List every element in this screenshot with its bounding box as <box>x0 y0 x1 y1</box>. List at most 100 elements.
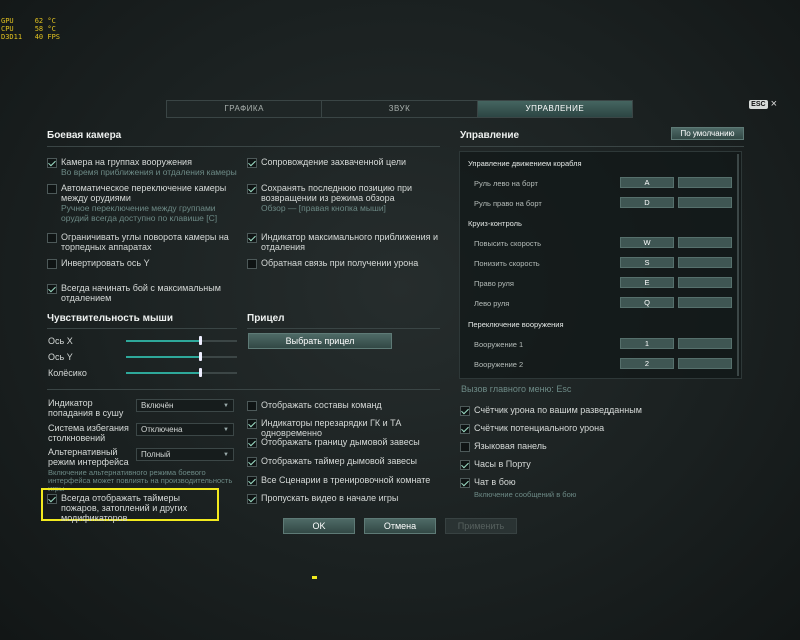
key-primary[interactable]: D <box>620 197 674 208</box>
tab-sound[interactable]: ЗВУК <box>322 101 478 117</box>
section-title-sight: Прицел <box>247 313 285 324</box>
checkbox-box[interactable] <box>47 158 57 168</box>
dropdown-alt-mode[interactable]: Полный ▼ <box>136 448 234 461</box>
checkbox-box[interactable] <box>460 442 470 452</box>
checkbox-box[interactable] <box>247 158 257 168</box>
checkbox-box[interactable] <box>247 494 257 504</box>
choose-sight-button[interactable]: Выбрать прицел <box>248 333 392 349</box>
checkbox-box[interactable] <box>47 233 57 243</box>
action-right-full: Руль право на борт <box>474 199 542 208</box>
checkbox-training-scenarios[interactable]: Все Сценарии в тренировочной комнате <box>247 475 447 486</box>
tab-graphics[interactable]: ГРАФИКА <box>167 101 323 117</box>
checkbox-battle-chat[interactable]: Чат в бою <box>460 477 740 488</box>
checkbox-box[interactable] <box>247 233 257 243</box>
key-primary[interactable]: 2 <box>620 358 674 369</box>
checkbox-box[interactable] <box>247 259 257 269</box>
slider-handle-x[interactable] <box>199 336 202 345</box>
key-secondary[interactable] <box>678 358 732 369</box>
checkbox-box[interactable] <box>460 424 470 434</box>
checkbox-team-rosters[interactable]: Отображать составы команд <box>247 400 447 411</box>
slider-label-y: Ось Y <box>48 352 73 362</box>
checkbox-box[interactable] <box>47 259 57 269</box>
checkbox-scout-damage[interactable]: Счётчик урона по вашим разведданным <box>460 405 740 416</box>
section-title-controls: Управление <box>460 130 520 141</box>
checkbox-label: Языковая панель <box>474 441 547 451</box>
checkbox-save-position[interactable]: Сохранять последнюю позицию при возвраще… <box>247 183 442 213</box>
checkbox-label: Счётчик потенциального урона <box>474 423 605 433</box>
scrollbar[interactable] <box>737 154 739 376</box>
checkbox-box[interactable] <box>460 478 470 488</box>
divider <box>47 389 440 390</box>
slider-track[interactable] <box>200 340 237 342</box>
checkbox-modifier-timers[interactable]: Всегда отображать таймеры пожаров, затоп… <box>47 493 215 523</box>
checkbox-label: Ограничивать углы поворота камеры на тор… <box>61 232 229 252</box>
key-primary[interactable]: 1 <box>620 338 674 349</box>
reset-defaults-button[interactable]: По умолчанию <box>671 127 744 140</box>
checkbox-box[interactable] <box>247 184 257 194</box>
checkbox-box[interactable] <box>460 460 470 470</box>
slider-fill <box>126 372 200 374</box>
dropdown-land-hit[interactable]: Включён ▼ <box>136 399 234 412</box>
checkbox-zoom-indicator[interactable]: Индикатор максимального приближения и от… <box>247 232 442 252</box>
close-icon[interactable]: × <box>771 98 777 110</box>
checkbox-box[interactable] <box>47 494 57 504</box>
dropdown-collision[interactable]: Отключена ▼ <box>136 423 234 436</box>
checkbox-box[interactable] <box>247 457 257 467</box>
checkbox-box[interactable] <box>247 438 257 448</box>
slider-track[interactable] <box>200 356 237 358</box>
checkbox-auto-camera[interactable]: Автоматическое переключение камеры между… <box>47 183 242 223</box>
chevron-down-icon: ▼ <box>223 402 229 409</box>
checkbox-box[interactable] <box>47 284 57 294</box>
ok-button[interactable]: OK <box>283 518 355 534</box>
checkbox-box[interactable] <box>247 419 257 429</box>
action-rudder-right: Право руля <box>474 279 514 288</box>
key-secondary[interactable] <box>678 297 732 308</box>
key-secondary[interactable] <box>678 177 732 188</box>
checkbox-label: Обратная связь при получении урона <box>261 258 419 268</box>
group-cruise-control: Круиз-контроль <box>468 219 522 228</box>
checkbox-box[interactable] <box>247 401 257 411</box>
chevron-down-icon: ▼ <box>223 426 229 433</box>
apply-button[interactable]: Применить <box>445 518 517 534</box>
checkbox-reload-indicators[interactable]: Индикаторы перезарядки ГК и ТА одновреме… <box>247 418 447 438</box>
checkbox-port-clock[interactable]: Часы в Порту <box>460 459 740 470</box>
key-secondary[interactable] <box>678 277 732 288</box>
tab-controls[interactable]: УПРАВЛЕНИЕ <box>477 101 632 117</box>
checkbox-language-bar[interactable]: Языковая панель <box>460 441 740 452</box>
checkbox-label: Пропускать видео в начале игры <box>261 493 399 503</box>
key-primary[interactable]: W <box>620 237 674 248</box>
checkbox-box[interactable] <box>460 406 470 416</box>
key-primary[interactable]: Q <box>620 297 674 308</box>
checkbox-label: Сохранять последнюю позицию при возвраще… <box>261 183 413 203</box>
key-primary[interactable]: S <box>620 257 674 268</box>
checkbox-skip-video[interactable]: Пропускать видео в начале игры <box>247 493 447 504</box>
key-primary[interactable]: E <box>620 277 674 288</box>
checkbox-box[interactable] <box>247 476 257 486</box>
dropdown-label-alt-mode: Альтернативный режим интерфейса <box>48 447 129 467</box>
checkbox-label: Автоматическое переключение камеры между… <box>61 183 227 203</box>
checkbox-torpedo-angles[interactable]: Ограничивать углы поворота камеры на тор… <box>47 232 242 252</box>
key-secondary[interactable] <box>678 338 732 349</box>
slider-track[interactable] <box>200 372 237 374</box>
close-control[interactable]: ESC × <box>749 98 777 110</box>
checkbox-max-zoom-start[interactable]: Всегда начинать бой с максимальным отдал… <box>47 283 242 303</box>
checkbox-potential-damage[interactable]: Счётчик потенциального урона <box>460 423 740 434</box>
divider <box>247 328 440 329</box>
checkbox-damage-feedback[interactable]: Обратная связь при получении урона <box>247 258 442 269</box>
checkbox-box[interactable] <box>47 184 57 194</box>
checkbox-invert-y[interactable]: Инвертировать ось Y <box>47 258 242 269</box>
checkbox-smoke-border[interactable]: Отображать границу дымовой завесы <box>247 437 447 448</box>
slider-handle-wheel[interactable] <box>199 368 202 377</box>
key-secondary[interactable] <box>678 237 732 248</box>
checkbox-target-tracking[interactable]: Сопровождение захваченной цели <box>247 157 442 168</box>
checkbox-smoke-timer[interactable]: Отображать таймер дымовой завесы <box>247 456 447 467</box>
slider-handle-y[interactable] <box>199 352 202 361</box>
key-primary[interactable]: A <box>620 177 674 188</box>
key-secondary[interactable] <box>678 197 732 208</box>
section-title-mouse: Чувствительность мыши <box>47 313 174 324</box>
checkbox-camera-groups[interactable]: Камера на группах вооружения Во время при… <box>47 157 242 177</box>
esc-key-icon[interactable]: ESC <box>749 99 768 109</box>
key-secondary[interactable] <box>678 257 732 268</box>
checkbox-label: Часы в Порту <box>474 459 531 469</box>
cancel-button[interactable]: Отмена <box>364 518 436 534</box>
